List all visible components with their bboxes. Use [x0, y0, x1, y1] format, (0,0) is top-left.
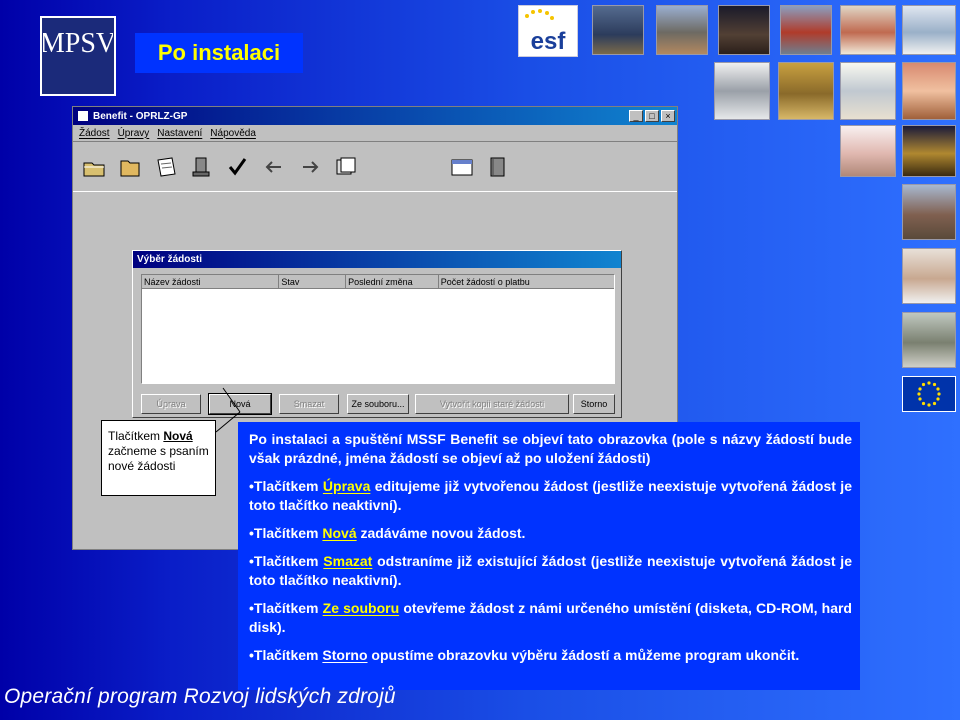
column-header-status[interactable]: Stav [279, 275, 347, 289]
copy-old-application-button[interactable]: Vytvořit kopii staré žádosti [415, 394, 569, 414]
dialog-title: Výběr žádosti [133, 251, 621, 268]
photo-office-woman [840, 5, 896, 55]
from-file-button[interactable]: Ze souboru... [347, 394, 409, 414]
info-item-upravit: •Tlačítkem Úprava editujeme již vytvořen… [249, 478, 852, 513]
app-menubar: Žádost Úpravy Nastavení Nápověda [73, 125, 677, 142]
footer-program-name: Operační program Rozvoj lidských zdrojů [4, 685, 396, 708]
book-icon[interactable] [485, 154, 511, 180]
photo-medical [902, 248, 956, 304]
app-toolbar [73, 142, 677, 192]
keyword-uprava: Úprava [322, 478, 371, 494]
dialog-buttons: Úprava Nová Smazat Ze souboru... Vytvoři… [141, 393, 615, 415]
app-window-title: Benefit - OPRLZ-GP [93, 110, 188, 122]
slide-title: Po instalaci [135, 33, 303, 73]
photo-students [902, 62, 956, 120]
photo-doctor [714, 62, 770, 120]
menu-napoveda[interactable]: Nápověda [210, 128, 256, 139]
app-icon [77, 110, 89, 122]
photo-prague-castle [592, 5, 644, 55]
mpsv-logo: MPSV [40, 16, 116, 96]
check-icon[interactable] [225, 154, 251, 180]
info-item-nova: •Tlačítkem Nová zadáváme novou žádost. [249, 525, 526, 541]
close-button[interactable]: × [661, 110, 675, 122]
calendar-icon[interactable] [449, 154, 475, 180]
new-button[interactable]: Nová [208, 393, 272, 415]
maximize-button[interactable]: □ [645, 110, 659, 122]
keyword-smazat: Smazat [323, 553, 373, 569]
photo-cathedral [902, 125, 956, 177]
document-icon[interactable] [153, 154, 179, 180]
photo-cakes [840, 125, 896, 177]
keyword-nova: Nová [322, 525, 357, 541]
folder-open-icon[interactable] [81, 154, 107, 180]
callout-rest: začneme s psaním nové žádosti [108, 444, 209, 473]
cards-icon[interactable] [333, 154, 359, 180]
svg-text:MPSV: MPSV [43, 28, 113, 59]
cancel-button[interactable]: Storno [573, 394, 615, 414]
menu-zadost[interactable]: Žádost [79, 128, 110, 139]
table-header: Název žádosti Stav Poslední změna Počet … [142, 275, 614, 289]
photo-laboratory [902, 5, 956, 55]
photo-teacher [840, 62, 896, 120]
keyword-storno: Storno [322, 647, 368, 663]
info-panel: Po instalaci a spuštění MSSF Benefit se … [238, 422, 860, 690]
info-item-storno: •Tlačítkem Storno opustíme obrazovku výb… [249, 647, 800, 663]
info-item-ze-souboru: •Tlačítkem Ze souboru otevřeme žádost z … [249, 600, 852, 635]
esf-logo: esf [518, 5, 578, 57]
callout-new-button: Tlačítkem Nová začneme s psaním nové žád… [101, 420, 216, 496]
applications-table[interactable]: Název žádosti Stav Poslední změna Počet … [141, 274, 615, 384]
app-titlebar: Benefit - OPRLZ-GP _ □ × [73, 107, 677, 125]
column-header-last-change[interactable]: Poslední změna [346, 275, 439, 289]
select-application-dialog: Výběr žádosti Název žádosti Stav Posledn… [132, 250, 622, 418]
edit-button[interactable]: Úprava [141, 394, 201, 414]
esf-logo-text: esf [531, 28, 567, 55]
arrow-right-icon[interactable] [297, 154, 323, 180]
column-header-name[interactable]: Název žádosti [142, 275, 280, 289]
keyword-ze-souboru: Ze souboru [322, 600, 400, 616]
info-item-smazat: •Tlačítkem Smazat odstraníme již existuj… [249, 553, 852, 588]
stamp-icon[interactable] [189, 154, 215, 180]
callout-keyword: Nová [163, 429, 193, 443]
photo-textures [778, 62, 834, 120]
info-intro: Po instalaci a spuštění MSSF Benefit se … [249, 431, 852, 466]
folder-icon[interactable] [117, 154, 143, 180]
column-header-payment-count[interactable]: Počet žádostí o platbu [438, 275, 614, 289]
photo-workshop [718, 5, 770, 55]
menu-nastaveni[interactable]: Nastavení [157, 128, 202, 139]
photo-building [780, 5, 832, 55]
minimize-button[interactable]: _ [629, 110, 643, 122]
eu-flag-icon [902, 376, 956, 412]
photo-construction [902, 184, 956, 240]
callout-prefix: Tlačítkem [108, 429, 164, 443]
arrow-left-icon[interactable] [261, 154, 287, 180]
menu-upravy[interactable]: Úpravy [118, 128, 150, 139]
photo-city-roofs [656, 5, 708, 55]
photo-wheelchair [902, 312, 956, 368]
delete-button[interactable]: Smazat [279, 394, 339, 414]
